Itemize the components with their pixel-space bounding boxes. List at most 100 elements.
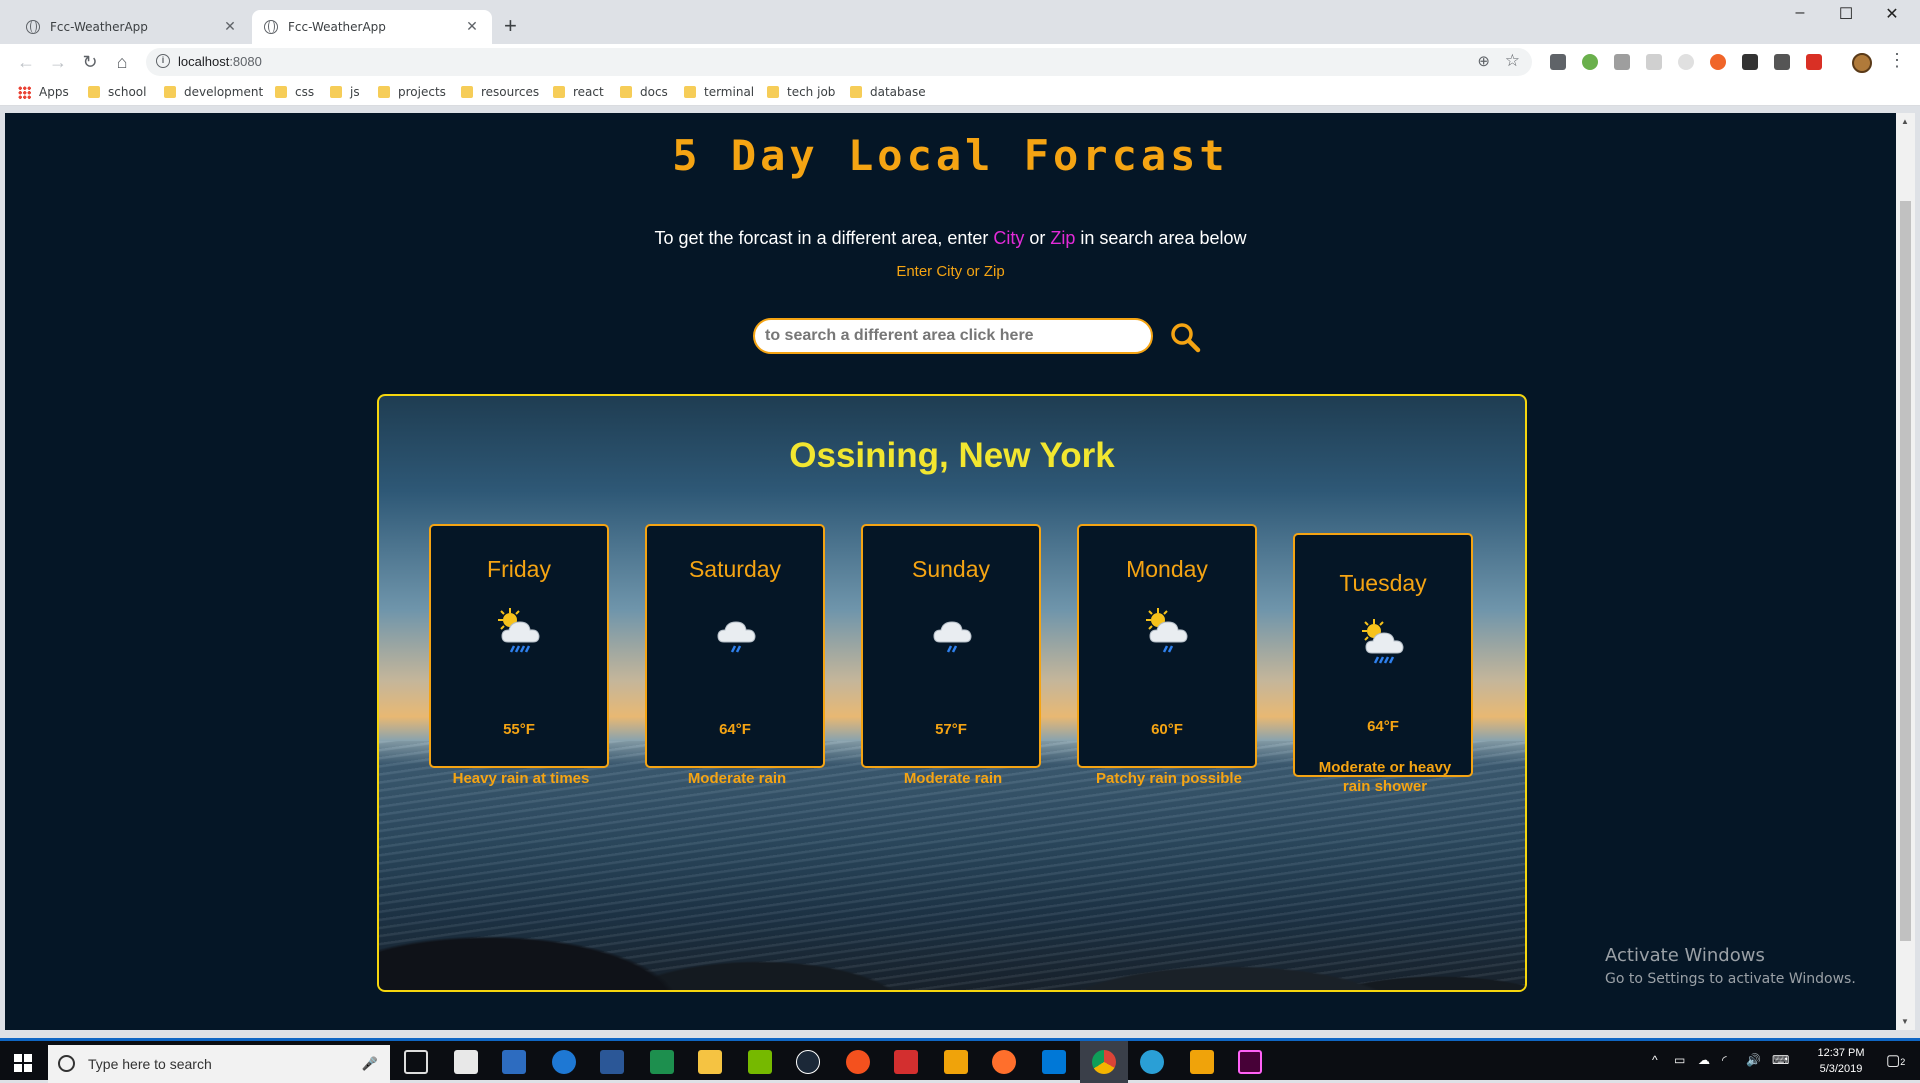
condition: Patchy rain possible	[1096, 770, 1242, 787]
scrollbar-thumb[interactable]	[1900, 201, 1911, 941]
gitkraken-icon[interactable]	[1190, 1050, 1214, 1074]
orange-extension-icon[interactable]	[1710, 54, 1726, 70]
day-name: Saturday	[688, 556, 782, 582]
new-tab-button[interactable]: +	[504, 14, 517, 38]
taskbar-search-placeholder: Type here to search	[88, 1056, 212, 1072]
wifi-icon[interactable]: ◜	[1722, 1053, 1727, 1067]
reload-icon[interactable]: ↻	[78, 50, 102, 74]
file-explorer-icon[interactable]	[698, 1050, 722, 1074]
close-tab-icon[interactable]: ✕	[222, 19, 238, 35]
bookmark-css[interactable]: css	[275, 85, 314, 99]
globe-icon	[26, 20, 40, 34]
windows-start-icon[interactable]	[14, 1054, 32, 1072]
red-extension-icon[interactable]	[1806, 54, 1822, 70]
nvidia-icon[interactable]	[748, 1050, 772, 1074]
keyboard-icon[interactable]: ⌨	[1772, 1053, 1789, 1067]
steam-icon[interactable]	[796, 1050, 820, 1074]
firefox-icon[interactable]	[1140, 1050, 1164, 1074]
eyedropper-extension-icon[interactable]	[1550, 54, 1566, 70]
vscode-icon[interactable]	[1042, 1050, 1066, 1074]
back-arrow-icon[interactable]: ←	[14, 50, 38, 74]
bookmark-school[interactable]: school	[88, 85, 146, 99]
bookmark-resources[interactable]: resources	[461, 85, 539, 99]
city-highlight: City	[993, 228, 1025, 248]
notification-icon[interactable]: ▢2	[1886, 1051, 1905, 1069]
taskbar-clock[interactable]: 12:37 PM 5/3/2019	[1806, 1045, 1876, 1077]
microphone-icon[interactable]: 🎤	[362, 1056, 378, 1072]
maximize-button[interactable]: ☐	[1826, 4, 1866, 24]
windows-taskbar: Type here to search 🎤 ^ ▭ ☁ ◜ 🔊 ⌨ 12:37 …	[0, 1038, 1920, 1083]
chrome-icon[interactable]	[1092, 1050, 1116, 1074]
browser-tab-1[interactable]: Fcc-WeatherApp ✕	[14, 10, 250, 44]
battery-icon[interactable]: ▭	[1674, 1053, 1685, 1067]
forecast-card-saturday: Saturday 64°F Moderate rain	[645, 524, 825, 787]
sourcetree-icon[interactable]	[944, 1050, 968, 1074]
word-icon[interactable]	[600, 1050, 624, 1074]
s-extension-icon[interactable]	[1614, 54, 1630, 70]
search-instructions: To get the forcast in a different area, …	[654, 228, 1247, 248]
bookmarks-bar: Apps school development css js projects …	[0, 80, 1920, 106]
sun-cloud-heavy-rain-icon	[498, 608, 540, 653]
sun-cloud-heavy-rain-icon	[1362, 619, 1404, 664]
taskbar-search-box[interactable]: Type here to search 🎤	[48, 1045, 390, 1083]
search-input[interactable]	[753, 318, 1153, 354]
temperature: 60°F	[1151, 721, 1183, 738]
origin-icon[interactable]	[846, 1050, 870, 1074]
mail-icon[interactable]	[454, 1050, 478, 1074]
bookmark-docs[interactable]: docs	[620, 85, 668, 99]
temperature: 57°F	[935, 721, 967, 738]
json-extension-icon[interactable]	[1646, 54, 1662, 70]
zip-highlight: Zip	[1050, 228, 1076, 248]
browser-toolbar: ← → ↻ ⌂ i localhost:8080 ⊕ ☆ ⋮	[0, 44, 1920, 80]
bookmark-apps[interactable]: Apps	[18, 85, 69, 99]
tab-title: Fcc-WeatherApp	[50, 20, 148, 34]
forecast-card-tuesday: Tuesday 64°F Moderate or heavy rain show…	[1293, 533, 1473, 795]
volume-icon[interactable]: 🔊	[1746, 1053, 1761, 1067]
onedrive-icon[interactable]: ☁	[1698, 1053, 1710, 1067]
info-icon[interactable]: i	[156, 54, 170, 68]
page-scrollbar[interactable]: ▲ ▼	[1896, 113, 1915, 1030]
browser-tab-2[interactable]: Fcc-WeatherApp ✕	[252, 10, 492, 44]
store-icon[interactable]	[502, 1050, 526, 1074]
forward-arrow-icon[interactable]: →	[46, 50, 70, 74]
task-view-icon[interactable]	[404, 1050, 428, 1074]
bookmark-terminal[interactable]: terminal	[684, 85, 754, 99]
close-tab-icon[interactable]: ✕	[464, 19, 480, 35]
bookmark-tech-job[interactable]: tech job	[767, 85, 835, 99]
menu-kebab-icon[interactable]: ⋮	[1888, 50, 1906, 71]
react-extension-icon[interactable]	[1678, 54, 1694, 70]
bookmark-star-icon[interactable]: ☆	[1505, 51, 1520, 71]
bookmark-projects[interactable]: projects	[378, 85, 446, 99]
location-target-icon[interactable]: ⊕	[1477, 52, 1490, 70]
rocks-background	[379, 896, 1525, 990]
postman-icon[interactable]	[992, 1050, 1016, 1074]
scroll-down-icon[interactable]: ▼	[1901, 1017, 1909, 1026]
excel-icon[interactable]	[650, 1050, 674, 1074]
home-icon[interactable]: ⌂	[110, 50, 134, 74]
temperature: 64°F	[719, 721, 751, 738]
bookmark-database[interactable]: database	[850, 85, 926, 99]
download-extension-icon[interactable]	[1774, 54, 1790, 70]
browser-titlebar: Fcc-WeatherApp ✕ Fcc-WeatherApp ✕ + – ☐ …	[0, 0, 1920, 44]
cloud-rain-icon	[933, 621, 972, 653]
bookmark-development[interactable]: development	[164, 85, 263, 99]
adobe-xd-icon[interactable]	[1238, 1050, 1262, 1074]
red-app-icon[interactable]	[894, 1050, 918, 1074]
forecast-card-sunday: Sunday 57°F Moderate rain	[861, 524, 1041, 787]
address-bar[interactable]: i localhost:8080 ⊕ ☆	[146, 48, 1532, 76]
node-extension-icon[interactable]	[1582, 54, 1598, 70]
profile-avatar[interactable]	[1852, 53, 1872, 73]
activate-windows-subtitle: Go to Settings to activate Windows.	[1605, 971, 1856, 987]
activate-windows-title: Activate Windows	[1605, 945, 1765, 966]
bookmark-react[interactable]: react	[553, 85, 604, 99]
minimize-button[interactable]: –	[1780, 4, 1820, 22]
edge-icon[interactable]	[552, 1050, 576, 1074]
close-window-button[interactable]: ✕	[1872, 4, 1912, 24]
scroll-up-icon[interactable]: ▲	[1901, 117, 1909, 126]
search-icon[interactable]	[1169, 321, 1201, 353]
dark-extension-icon[interactable]	[1742, 54, 1758, 70]
temperature: 55°F	[503, 721, 535, 738]
bookmark-js[interactable]: js	[330, 85, 360, 99]
page-title: 5 Day Local Forcast	[672, 131, 1229, 180]
tray-chevron-icon[interactable]: ^	[1652, 1053, 1658, 1067]
